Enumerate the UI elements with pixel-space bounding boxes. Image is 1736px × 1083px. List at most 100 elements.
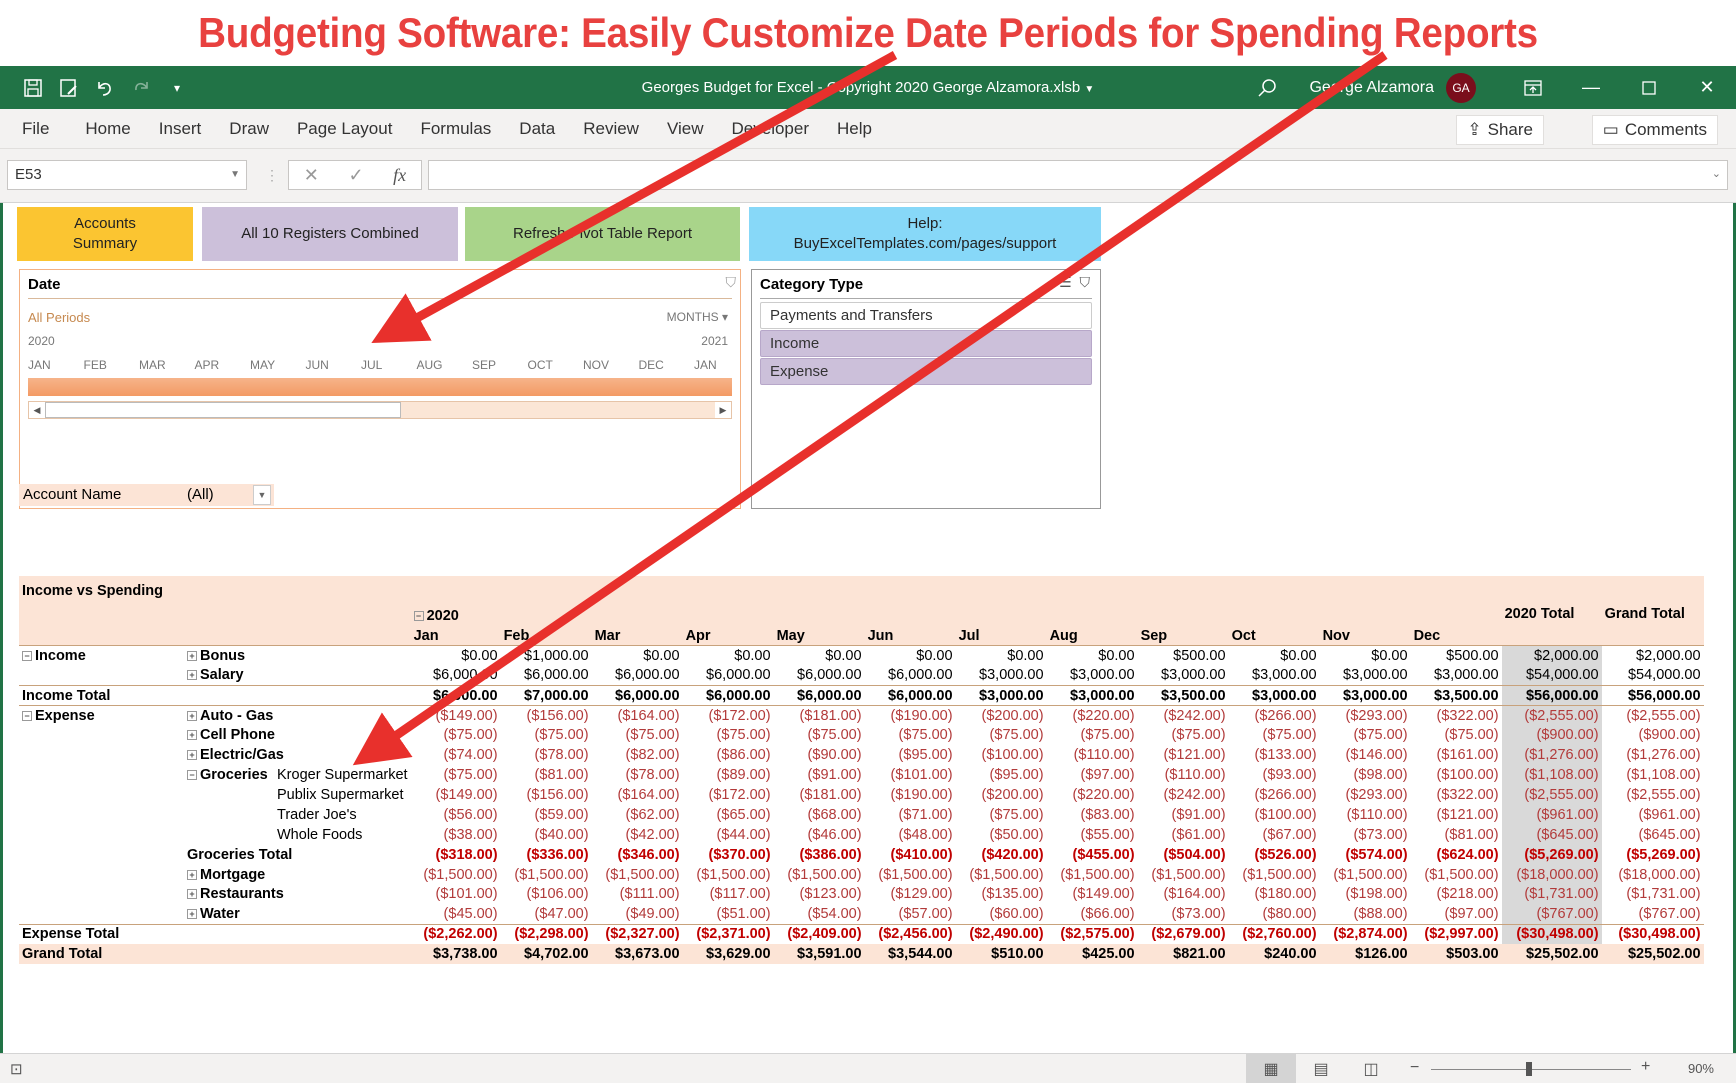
value-cell[interactable]: ($71.00) xyxy=(865,805,956,825)
value-cell[interactable]: ($164.00) xyxy=(592,785,683,805)
value-cell[interactable]: ($2,555.00) xyxy=(1601,704,1704,726)
time-level-dropdown[interactable]: MONTHS ▾ xyxy=(667,310,728,324)
value-cell[interactable]: $6,000.00 xyxy=(683,666,774,686)
formula-input[interactable]: ⌄ xyxy=(428,160,1728,190)
value-cell[interactable]: $510.00 xyxy=(955,944,1047,965)
value-cell[interactable]: ($75.00) xyxy=(411,765,501,785)
value-cell[interactable]: ($386.00) xyxy=(774,845,865,865)
value-cell[interactable]: $6,000.00 xyxy=(410,685,501,706)
value-cell[interactable]: ($67.00) xyxy=(1229,825,1320,845)
month-header[interactable]: Jul xyxy=(955,625,1047,646)
value-cell[interactable]: ($86.00) xyxy=(683,745,774,765)
value-cell[interactable]: ($346.00) xyxy=(592,845,683,865)
multi-select-icon[interactable]: ☰ xyxy=(1059,274,1072,290)
value-cell[interactable]: $6,000.00 xyxy=(592,666,683,686)
month-header[interactable]: May xyxy=(773,625,865,646)
timeline-month[interactable]: FEB xyxy=(84,358,107,372)
timeline-range-bar[interactable] xyxy=(28,378,732,396)
value-cell[interactable]: $3,000.00 xyxy=(1138,666,1229,686)
row-group-cell[interactable]: Grand Total xyxy=(19,944,184,965)
row-label-cell[interactable]: + Cell Phone xyxy=(184,725,411,745)
value-cell[interactable]: ($2,490.00) xyxy=(955,923,1047,945)
expand-icon[interactable]: + xyxy=(187,710,197,721)
value-cell[interactable]: ($2,327.00) xyxy=(591,923,683,945)
value-cell[interactable]: $54,000.00 xyxy=(1501,665,1602,686)
value-cell[interactable]: ($220.00) xyxy=(1047,785,1138,805)
value-cell[interactable]: ($180.00) xyxy=(1229,884,1320,904)
worksheet[interactable]: Accounts Summary All 10 Registers Combin… xyxy=(0,203,1736,1053)
value-cell[interactable]: ($161.00) xyxy=(1411,745,1502,765)
value-cell[interactable]: ($172.00) xyxy=(682,704,774,726)
value-cell[interactable]: ($164.00) xyxy=(591,704,683,726)
minimize-icon[interactable]: — xyxy=(1562,66,1620,109)
value-cell[interactable]: ($149.00) xyxy=(410,704,501,726)
row-group-cell[interactable]: Expense Total xyxy=(19,923,184,945)
value-cell[interactable]: ($62.00) xyxy=(592,805,683,825)
value-cell[interactable]: ($190.00) xyxy=(865,785,956,805)
value-cell[interactable]: $6,000.00 xyxy=(774,666,865,686)
value-cell[interactable]: $0.00 xyxy=(682,645,774,666)
value-cell[interactable]: ($60.00) xyxy=(956,904,1047,924)
tab-file[interactable]: File xyxy=(22,119,49,139)
value-cell[interactable]: ($1,500.00) xyxy=(1411,865,1502,885)
value-cell[interactable]: ($2,371.00) xyxy=(682,923,774,945)
clear-filter-icon[interactable]: ⛉ xyxy=(1080,274,1091,290)
value-cell[interactable]: ($1,500.00) xyxy=(1229,865,1320,885)
value-cell[interactable]: ($75.00) xyxy=(411,725,501,745)
cancel-icon[interactable]: ✕ xyxy=(304,165,319,186)
value-cell[interactable]: ($91.00) xyxy=(774,765,865,785)
value-cell[interactable]: ($1,276.00) xyxy=(1501,745,1602,766)
collapse-icon[interactable]: − xyxy=(22,710,32,721)
value-cell[interactable]: ($106.00) xyxy=(501,884,592,904)
value-cell[interactable]: ($2,575.00) xyxy=(1046,923,1138,945)
value-cell[interactable]: $6,000.00 xyxy=(411,666,501,686)
expand-icon[interactable]: + xyxy=(187,889,197,900)
value-cell[interactable]: ($82.00) xyxy=(592,745,683,765)
avatar[interactable]: GA xyxy=(1446,72,1476,103)
value-cell[interactable]: $56,000.00 xyxy=(1601,685,1704,706)
value-cell[interactable]: $3,000.00 xyxy=(1229,666,1320,686)
value-cell[interactable]: ($318.00) xyxy=(411,845,501,865)
slicer-item[interactable]: Expense xyxy=(760,358,1092,385)
value-cell[interactable]: ($81.00) xyxy=(501,765,592,785)
resize-grip-icon[interactable]: ⋮ xyxy=(265,167,279,184)
value-cell[interactable]: ($149.00) xyxy=(411,785,501,805)
expand-formula-icon[interactable]: ⌄ xyxy=(1712,167,1721,180)
value-cell[interactable]: ($1,500.00) xyxy=(1047,865,1138,885)
value-cell[interactable]: ($97.00) xyxy=(1047,765,1138,785)
slicer-item[interactable]: Payments and Transfers xyxy=(760,302,1092,329)
value-cell[interactable]: ($645.00) xyxy=(1501,824,1602,845)
month-header[interactable]: Mar xyxy=(591,625,683,646)
value-cell[interactable]: ($101.00) xyxy=(411,884,501,904)
value-cell[interactable]: ($266.00) xyxy=(1228,704,1320,726)
month-header[interactable]: Oct xyxy=(1228,625,1320,646)
zoom-out-icon[interactable]: − xyxy=(1410,1059,1419,1077)
expand-icon[interactable]: + xyxy=(187,650,197,661)
value-cell[interactable]: $3,591.00 xyxy=(773,944,865,965)
value-cell[interactable]: $0.00 xyxy=(773,645,865,666)
value-cell[interactable]: ($54.00) xyxy=(774,904,865,924)
row-label-cell[interactable]: Groceries Total xyxy=(184,845,411,865)
expand-icon[interactable]: + xyxy=(187,730,197,741)
month-header[interactable]: Jan xyxy=(410,625,501,646)
value-cell[interactable]: ($200.00) xyxy=(955,704,1047,726)
value-cell[interactable]: ($645.00) xyxy=(1602,825,1704,845)
value-cell[interactable]: ($322.00) xyxy=(1411,785,1502,805)
refresh-pivot-button[interactable]: Refresh Pivot Table Report xyxy=(465,207,740,261)
value-cell[interactable]: ($410.00) xyxy=(865,845,956,865)
zoom-in-icon[interactable]: + xyxy=(1641,1058,1650,1076)
value-cell[interactable]: ($75.00) xyxy=(1138,725,1229,745)
value-cell[interactable]: ($1,108.00) xyxy=(1602,765,1704,785)
value-cell[interactable]: ($900.00) xyxy=(1602,725,1704,745)
value-cell[interactable]: ($88.00) xyxy=(1320,904,1411,924)
value-cell[interactable]: ($75.00) xyxy=(956,725,1047,745)
value-cell[interactable]: $503.00 xyxy=(1410,944,1502,965)
value-cell[interactable]: ($181.00) xyxy=(774,785,865,805)
value-cell[interactable]: ($90.00) xyxy=(774,745,865,765)
timeline-month[interactable]: DEC xyxy=(639,358,664,372)
value-cell[interactable]: ($55.00) xyxy=(1047,825,1138,845)
value-cell[interactable]: ($293.00) xyxy=(1320,785,1411,805)
value-cell[interactable]: $3,544.00 xyxy=(864,944,956,965)
value-cell[interactable]: ($30,498.00) xyxy=(1501,923,1602,945)
value-cell[interactable]: ($2,997.00) xyxy=(1410,923,1502,945)
